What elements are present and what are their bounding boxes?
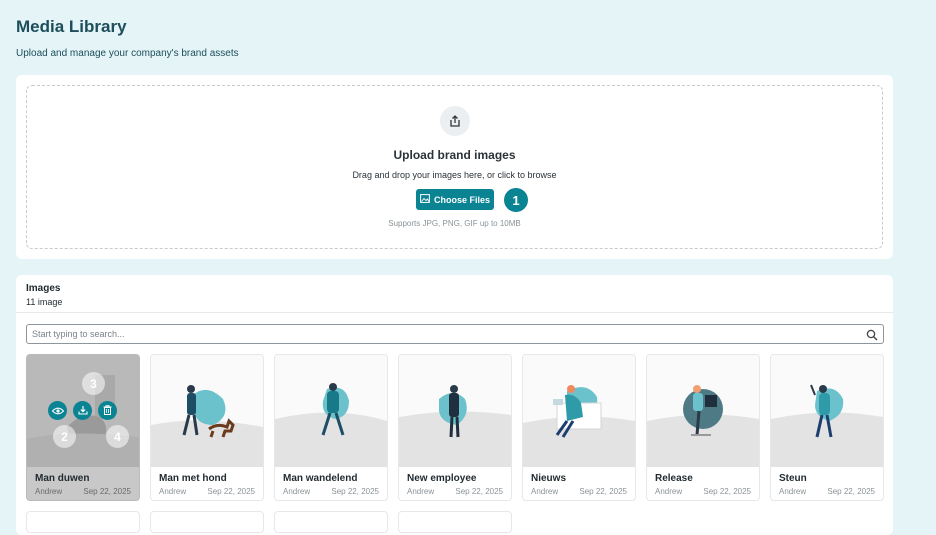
image-date: Sep 22, 2025 (331, 487, 379, 496)
image-name: New employee (407, 473, 477, 484)
search-field[interactable] (26, 324, 884, 344)
upload-subtitle: Drag and drop your images here, or click… (352, 170, 557, 180)
image-author: Andrew (531, 487, 559, 496)
divider (16, 312, 893, 313)
upload-title: Upload brand images (393, 148, 516, 162)
image-thumbnail (647, 355, 759, 467)
image-author: Andrew (35, 487, 63, 496)
choose-files-label: Choose Files (433, 194, 490, 205)
download-icon (77, 402, 88, 420)
image-card[interactable] (26, 511, 140, 533)
image-card[interactable] (398, 511, 512, 533)
image-card[interactable] (150, 511, 264, 533)
images-panel: Images 11 image 3 (16, 275, 893, 535)
image-card[interactable]: Man wandelend Andrew Sep 22, 2025 (274, 354, 388, 501)
download-button[interactable] (73, 401, 92, 420)
image-date: Sep 22, 2025 (207, 487, 255, 496)
image-name: Man met hond (159, 473, 227, 484)
images-count: 11 image (26, 297, 63, 307)
search-icon[interactable] (866, 328, 878, 341)
image-date: Sep 22, 2025 (579, 487, 627, 496)
image-date: Sep 22, 2025 (703, 487, 751, 496)
image-name: Steun (779, 473, 807, 484)
step-badge-2: 2 (53, 425, 76, 448)
image-card[interactable]: 3 2 4 Man duwen Andrew Sep 22, 2025 (26, 354, 140, 501)
image-author: Andrew (407, 487, 435, 496)
image-name: Release (655, 473, 693, 484)
page-title: Media Library (16, 17, 127, 36)
image-author: Andrew (655, 487, 683, 496)
image-thumbnail (399, 355, 511, 467)
image-card[interactable]: New employee Andrew Sep 22, 2025 (398, 354, 512, 501)
image-thumbnail (151, 355, 263, 467)
image-card[interactable] (274, 511, 388, 533)
eye-icon (51, 402, 64, 420)
dropzone[interactable]: Upload brand images Drag and drop your i… (26, 85, 883, 249)
image-icon (420, 194, 430, 205)
search-input[interactable] (32, 327, 852, 341)
image-name: Man wandelend (283, 473, 358, 484)
image-thumbnail (275, 355, 387, 467)
upload-hint: Supports JPG, PNG, GIF up to 10MB (388, 219, 521, 228)
step-badge-3: 3 (82, 372, 105, 395)
image-card[interactable]: Release Andrew Sep 22, 2025 (646, 354, 760, 501)
upload-icon (440, 106, 470, 136)
upload-card: Upload brand images Drag and drop your i… (16, 75, 893, 259)
image-name: Nieuws (531, 473, 567, 484)
page-subtitle: Upload and manage your company's brand a… (16, 48, 239, 59)
image-thumbnail (523, 355, 635, 467)
image-date: Sep 22, 2025 (83, 487, 131, 496)
choose-files-button[interactable]: Choose Files (416, 189, 494, 210)
delete-button[interactable] (98, 401, 117, 420)
image-thumbnail (771, 355, 883, 467)
image-card[interactable]: Nieuws Andrew Sep 22, 2025 (522, 354, 636, 501)
image-author: Andrew (779, 487, 807, 496)
images-title: Images (26, 283, 61, 294)
image-author: Andrew (283, 487, 311, 496)
image-author: Andrew (159, 487, 187, 496)
image-card[interactable]: Man met hond Andrew Sep 22, 2025 (150, 354, 264, 501)
image-date: Sep 22, 2025 (827, 487, 875, 496)
preview-button[interactable] (48, 401, 67, 420)
image-date: Sep 22, 2025 (455, 487, 503, 496)
step-badge-4: 4 (106, 425, 129, 448)
trash-icon (103, 402, 112, 420)
image-name: Man duwen (35, 473, 90, 484)
step-badge-1: 1 (504, 188, 528, 212)
image-card[interactable]: Steun Andrew Sep 22, 2025 (770, 354, 884, 501)
